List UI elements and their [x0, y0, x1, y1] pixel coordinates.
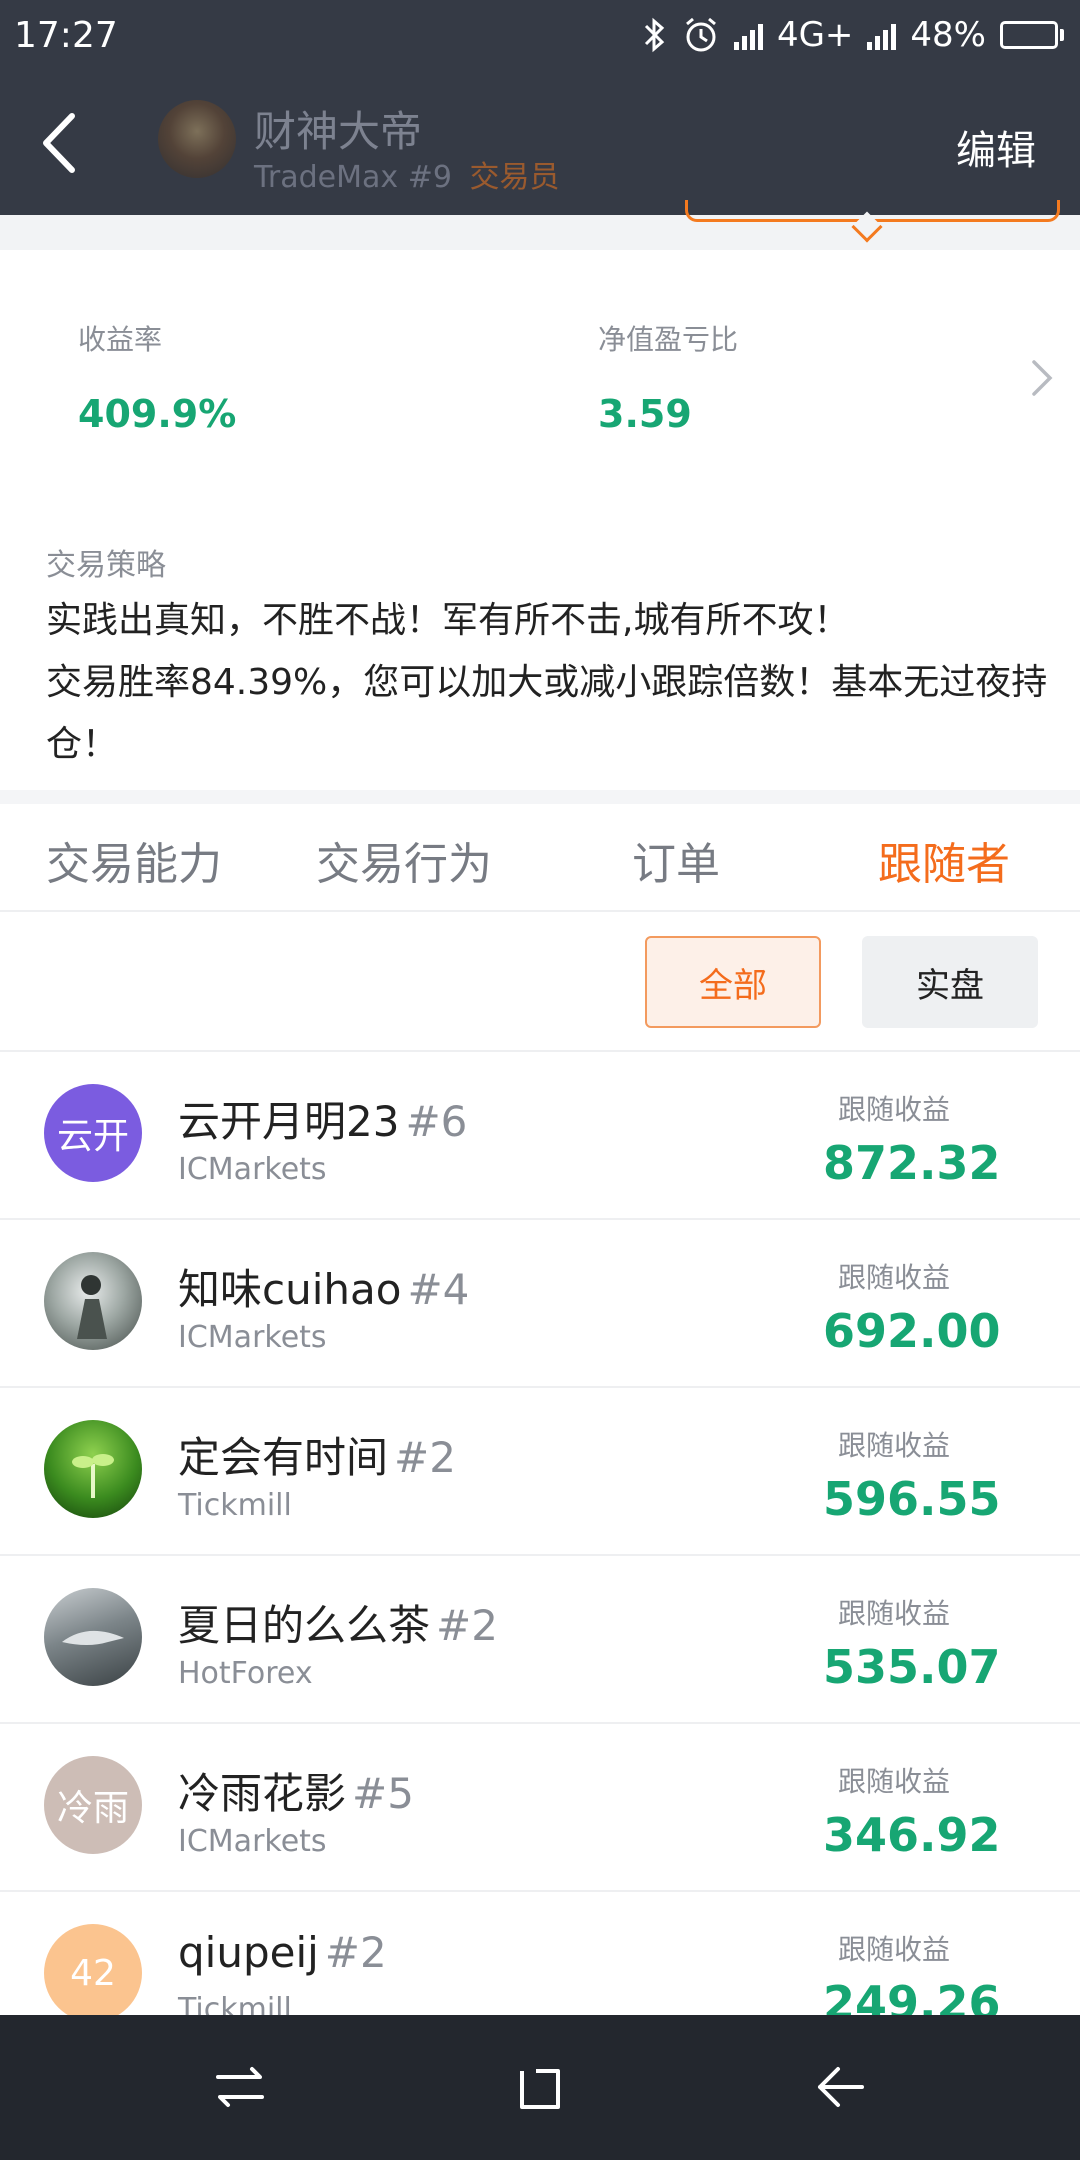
- back-arrow-icon[interactable]: [810, 2057, 870, 2117]
- avatar: [44, 1420, 142, 1518]
- filter-all-button[interactable]: 全部: [645, 936, 821, 1028]
- signal-icon-1: [733, 20, 763, 50]
- equity-ratio-label: 净值盈亏比: [598, 323, 739, 356]
- profit-value: 692.00: [823, 1304, 1001, 1358]
- edit-button[interactable]: 编辑: [956, 118, 1036, 176]
- follower-broker: ICMarkets: [178, 1824, 327, 1859]
- battery-icon: [1000, 21, 1064, 49]
- follower-broker: Tickmill: [178, 1488, 292, 1523]
- follower-rank: #2: [324, 1928, 387, 1977]
- follower-name: 夏日的么么茶 #2: [178, 1592, 498, 1653]
- signal-icon-2: [867, 20, 897, 50]
- follower-name: 知味cuihao #4: [178, 1256, 469, 1317]
- profit-value: 872.32: [823, 1136, 1001, 1190]
- back-icon[interactable]: [36, 108, 96, 178]
- status-time: 17:27: [14, 14, 118, 56]
- follower-broker: ICMarkets: [178, 1320, 327, 1355]
- status-icons: 4G+ 48%: [642, 15, 1064, 55]
- tab-trading-behavior[interactable]: 交易行为: [316, 828, 492, 892]
- filter-real-button[interactable]: 实盘: [862, 936, 1038, 1028]
- follower-name: 冷雨花影 #5: [178, 1760, 414, 1821]
- trader-subtitle: TradeMax #9 交易员: [254, 152, 559, 196]
- avatar: [44, 1588, 142, 1686]
- follower-name-text: 定会有时间: [178, 1433, 389, 1482]
- profit-value: 596.55: [823, 1472, 1001, 1526]
- profit-label: 跟随收益: [838, 1261, 951, 1294]
- follower-rank: #2: [394, 1433, 456, 1482]
- strategy-label: 交易策略: [46, 548, 166, 583]
- follower-name: 定会有时间 #2: [178, 1424, 456, 1485]
- battery-percent: 48%: [910, 15, 986, 55]
- home-square-icon[interactable]: [510, 2057, 570, 2117]
- alarm-icon: [685, 17, 716, 52]
- trader-name: 财神大帝: [254, 107, 423, 156]
- shark-icon: [62, 1630, 124, 1645]
- profit-label: 跟随收益: [838, 1933, 951, 1966]
- list-item[interactable]: 冷雨 冷雨花影 #5 ICMarkets 跟随收益 346.92: [0, 1724, 1080, 1892]
- profit-label: 跟随收益: [838, 1429, 951, 1462]
- network-type: 4G+: [776, 15, 854, 55]
- tab-orders[interactable]: 订单: [632, 828, 720, 892]
- follower-name-text: 冷雨花影: [178, 1769, 347, 1818]
- strategy-line-2: 交易胜率84.39%，您可以加大或减小跟踪倍数！基本无过夜持仓！: [46, 662, 1048, 765]
- section-divider: [0, 790, 1080, 804]
- follower-broker: ICMarkets: [178, 1152, 327, 1187]
- trader-avatar: [158, 100, 236, 178]
- avatar: 冷雨: [44, 1756, 142, 1854]
- list-item[interactable]: 夏日的么么茶 #2 HotForex 跟随收益 535.07: [0, 1556, 1080, 1724]
- follower-broker: HotForex: [178, 1656, 313, 1691]
- avatar: 42: [44, 1924, 142, 2015]
- profit-label: 跟随收益: [838, 1093, 951, 1126]
- follower-rank: #6: [405, 1097, 468, 1146]
- tab-trading-ability[interactable]: 交易能力: [46, 828, 222, 892]
- strategy-text: 实践出真知，不胜不战！军有所不击,城有所不攻！ 交易胜率84.39%，您可以加大…: [46, 590, 1056, 776]
- strategy-line-1: 实践出真知，不胜不战！军有所不击,城有所不攻！: [46, 600, 850, 641]
- filter-bar: 全部 实盘: [0, 912, 1080, 1052]
- profit-label: 跟随收益: [838, 1597, 951, 1630]
- follower-rank: #4: [407, 1265, 470, 1314]
- chevron-right-icon[interactable]: [1026, 358, 1056, 398]
- profit-value: 249.26: [823, 1976, 1001, 2015]
- follower-name: 云开月明23 #6: [178, 1088, 467, 1149]
- equity-ratio-value: 3.59: [598, 392, 692, 436]
- trader-role: 交易员: [469, 160, 560, 195]
- follower-list: 云开 云开月明23 #6 ICMarkets 跟随收益 872.32 知味cuih…: [0, 1052, 1080, 2015]
- follower-name: qiupeij #2: [178, 1928, 387, 1977]
- app-header: 财神大帝 TradeMax #9 交易员 编辑: [0, 70, 1080, 215]
- list-item[interactable]: 云开 云开月明23 #6 ICMarkets 跟随收益 872.32: [0, 1052, 1080, 1220]
- follower-rank: #2: [436, 1601, 498, 1650]
- tab-bar: 交易能力 交易行为 订单 跟随者: [0, 804, 1080, 912]
- profit-value: 346.92: [823, 1808, 1001, 1862]
- profit-label: 跟随收益: [838, 1765, 951, 1798]
- system-nav-bar: [0, 2015, 1080, 2160]
- tab-followers[interactable]: 跟随者: [878, 828, 1010, 892]
- follower-name-text: 云开月明23: [178, 1097, 400, 1146]
- person-silhouette-icon: [77, 1275, 107, 1339]
- follower-broker: Tickmill: [178, 1992, 292, 2015]
- follower-name-text: qiupeij: [178, 1928, 319, 1977]
- avatar: 云开: [44, 1084, 142, 1182]
- list-item[interactable]: 知味cuihao #4 ICMarkets 跟随收益 692.00: [0, 1220, 1080, 1388]
- switch-icon[interactable]: [210, 2057, 270, 2117]
- trader-platform: TradeMax: [254, 160, 399, 195]
- trader-rank: #9: [407, 160, 452, 195]
- bluetooth-icon: [644, 17, 665, 53]
- follower-name-text: 夏日的么么茶: [178, 1601, 431, 1650]
- list-item[interactable]: 定会有时间 #2 Tickmill 跟随收益 596.55: [0, 1388, 1080, 1556]
- list-item[interactable]: 42 qiupeij #2 Tickmill 跟随收益 249.26: [0, 1892, 1080, 2015]
- sprout-icon: [72, 1454, 114, 1498]
- profit-value: 535.07: [823, 1640, 1001, 1694]
- return-rate-label: 收益率: [78, 323, 163, 356]
- status-bar: 17:27 4G+ 48%: [0, 0, 1080, 70]
- follower-rank: #5: [352, 1769, 414, 1818]
- follower-name-text: 知味cuihao: [178, 1265, 402, 1314]
- avatar: [44, 1252, 142, 1350]
- return-rate-value: 409.9%: [78, 392, 237, 436]
